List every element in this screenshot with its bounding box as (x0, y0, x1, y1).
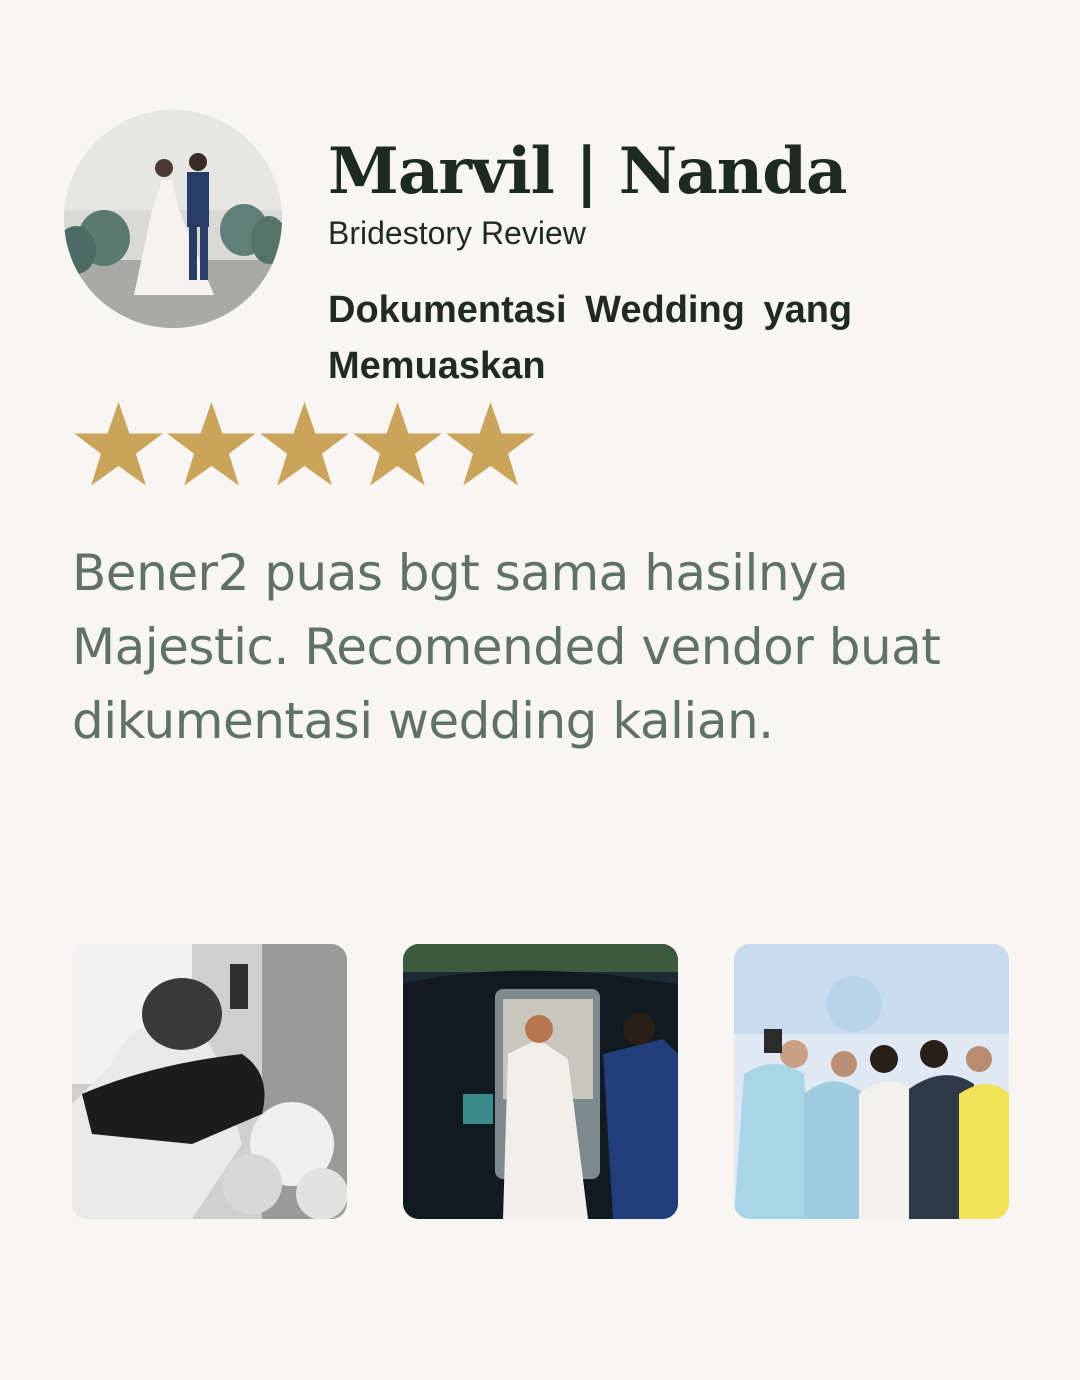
reviewer-name: Marvil | Nanda (328, 134, 847, 209)
gallery-photo-2[interactable] (403, 944, 678, 1219)
review-source: Bridestory Review (328, 215, 586, 251)
photo-gallery (72, 944, 1009, 1219)
bride-car-photo-icon (403, 944, 678, 1219)
review-headline: Dokumentasi Wedding yang Memuaskan (328, 289, 853, 387)
star-rating (72, 400, 537, 493)
reviewer-avatar (64, 110, 282, 328)
star-icon (353, 401, 442, 486)
embrace-photo-bw-icon (72, 944, 347, 1219)
couple-photo-icon (64, 110, 282, 328)
star-icon (260, 401, 349, 486)
group-selfie-photo-icon (734, 944, 1009, 1219)
star-icon (74, 401, 163, 486)
review-text: Bener2 puas bgt sama hasilnya Majestic. … (72, 544, 941, 750)
star-icon (167, 401, 256, 486)
star-icon (446, 401, 535, 486)
gallery-photo-1[interactable] (72, 944, 347, 1219)
gallery-photo-3[interactable] (734, 944, 1009, 1219)
